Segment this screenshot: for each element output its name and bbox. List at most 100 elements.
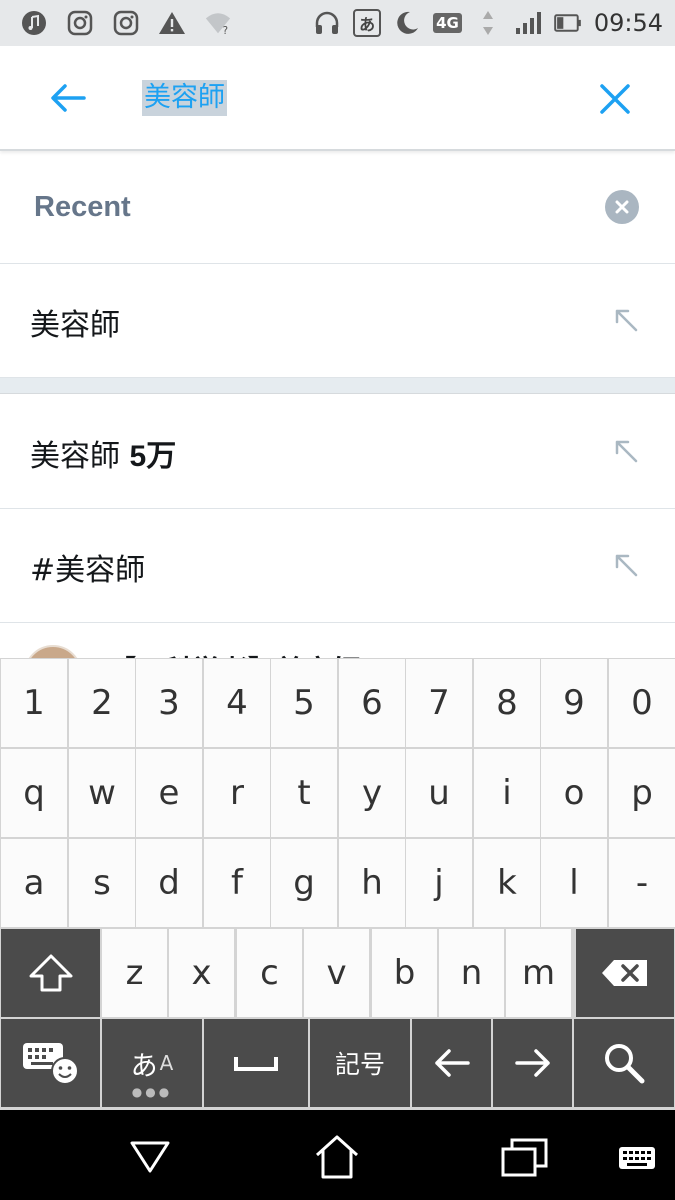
clock: 09:54 <box>593 9 663 37</box>
key-6[interactable]: 6 <box>339 659 405 747</box>
fill-query-arrow-icon[interactable] <box>612 437 640 465</box>
back-triangle-icon <box>130 1141 170 1173</box>
network-4g-icon: 4G <box>433 13 462 33</box>
key-n[interactable]: n <box>439 929 504 1017</box>
key-p[interactable]: p <box>609 749 675 837</box>
arrow-right-icon <box>514 1049 550 1077</box>
key-a[interactable]: a <box>1 839 67 927</box>
key-y[interactable]: y <box>339 749 405 837</box>
section-divider <box>0 378 675 394</box>
search-key[interactable] <box>574 1019 674 1107</box>
moon-icon <box>393 9 421 37</box>
key-4[interactable]: 4 <box>204 659 270 747</box>
key-i[interactable]: i <box>474 749 540 837</box>
ime-icon: あ <box>353 9 382 37</box>
kana-label: あ <box>130 1050 158 1082</box>
nav-keyboard-button[interactable] <box>612 1132 662 1182</box>
key-t[interactable]: t <box>271 749 337 837</box>
battery-icon <box>554 9 582 37</box>
clear-search-button[interactable] <box>592 76 638 122</box>
search-icon <box>605 1044 645 1084</box>
warning-icon <box>158 9 186 37</box>
key-o[interactable]: o <box>541 749 607 837</box>
arrow-left-icon <box>51 84 86 112</box>
key-s[interactable]: s <box>69 839 135 927</box>
cursor-right-key[interactable] <box>493 1019 572 1107</box>
back-button[interactable] <box>44 76 92 120</box>
key-f[interactable]: f <box>204 839 270 927</box>
suggestion-text: 美容師 5万 <box>30 431 176 475</box>
key-u[interactable]: u <box>406 749 472 837</box>
key-8[interactable]: 8 <box>474 659 540 747</box>
keyboard-icon <box>619 1147 655 1169</box>
arrow-left-icon <box>434 1049 470 1077</box>
kana-toggle-key[interactable]: あ A ●●● <box>102 1019 202 1107</box>
close-icon <box>615 200 629 214</box>
symbols-label: 記号 <box>334 1050 385 1079</box>
key-r[interactable]: r <box>204 749 270 837</box>
shift-arrow-icon <box>29 954 72 992</box>
key-k[interactable]: k <box>474 839 540 927</box>
close-icon <box>600 84 630 114</box>
key-g[interactable]: g <box>271 839 337 927</box>
software-keyboard: 1 2 3 4 5 6 7 8 9 0 q w e r t y u i o p a s d f g h j k l - z x c v b n m あ A ●… <box>0 658 675 1110</box>
key-d[interactable]: d <box>136 839 202 927</box>
suggestion-item[interactable]: 美容師 5万 <box>0 395 675 509</box>
clear-recent-button[interactable] <box>605 190 639 224</box>
key-1[interactable]: 1 <box>1 659 67 747</box>
shift-key[interactable] <box>1 929 100 1017</box>
headphones-icon <box>313 9 341 37</box>
instagram-icon <box>112 9 140 37</box>
key-7[interactable]: 7 <box>406 659 472 747</box>
data-arrows-icon <box>474 9 502 37</box>
key-c[interactable]: c <box>237 929 302 1017</box>
keyboard-emoji-icon <box>22 1043 79 1085</box>
suggestion-text: #美容師 <box>30 545 145 589</box>
space-icon <box>234 1057 278 1071</box>
cursor-left-key[interactable] <box>412 1019 491 1107</box>
key-w[interactable]: w <box>69 749 135 837</box>
emoji-keyboard-key[interactable] <box>1 1019 100 1107</box>
fill-query-arrow-icon[interactable] <box>612 306 640 334</box>
recent-item[interactable]: 美容師 <box>0 264 675 378</box>
svg-text:?: ? <box>223 25 228 36</box>
nav-back-button[interactable] <box>125 1132 175 1182</box>
suggestion-prefix: #美容師 <box>30 553 146 588</box>
fill-query-arrow-icon[interactable] <box>612 551 640 579</box>
key-9[interactable]: 9 <box>541 659 607 747</box>
instagram-icon <box>66 9 94 37</box>
recent-section-header: Recent <box>0 151 675 264</box>
key-v[interactable]: v <box>304 929 369 1017</box>
key-m[interactable]: m <box>506 929 571 1017</box>
symbols-key[interactable]: 記号 <box>310 1019 410 1107</box>
key-z[interactable]: z <box>102 929 167 1017</box>
key-hyphen[interactable]: - <box>609 839 675 927</box>
more-dots-icon: ●●● <box>131 1085 173 1099</box>
key-e[interactable]: e <box>136 749 202 837</box>
backspace-key[interactable] <box>576 929 674 1017</box>
key-2[interactable]: 2 <box>69 659 135 747</box>
key-0[interactable]: 0 <box>609 659 675 747</box>
key-5[interactable]: 5 <box>271 659 337 747</box>
key-b[interactable]: b <box>372 929 437 1017</box>
status-bar: ? あ 4G 09:54 <box>0 0 675 46</box>
space-key[interactable] <box>204 1019 308 1107</box>
key-x[interactable]: x <box>169 929 234 1017</box>
suggestion-bold: 5万 <box>129 440 177 473</box>
nav-recents-button[interactable] <box>500 1132 550 1182</box>
music-icon <box>20 9 48 37</box>
home-icon <box>315 1135 359 1179</box>
suggestion-item[interactable]: #美容師 <box>0 509 675 623</box>
recent-title: Recent <box>34 191 131 223</box>
key-q[interactable]: q <box>1 749 67 837</box>
backspace-icon <box>602 960 647 986</box>
recent-item-text: 美容師 <box>30 308 120 343</box>
key-j[interactable]: j <box>406 839 472 927</box>
key-l[interactable]: l <box>541 839 607 927</box>
key-h[interactable]: h <box>339 839 405 927</box>
signal-icon <box>514 9 542 37</box>
user-result-item[interactable]: 【元科学者】美容師 <box>0 623 675 663</box>
key-3[interactable]: 3 <box>136 659 202 747</box>
nav-home-button[interactable] <box>312 1132 362 1182</box>
search-input[interactable]: 美容師 <box>142 80 227 116</box>
